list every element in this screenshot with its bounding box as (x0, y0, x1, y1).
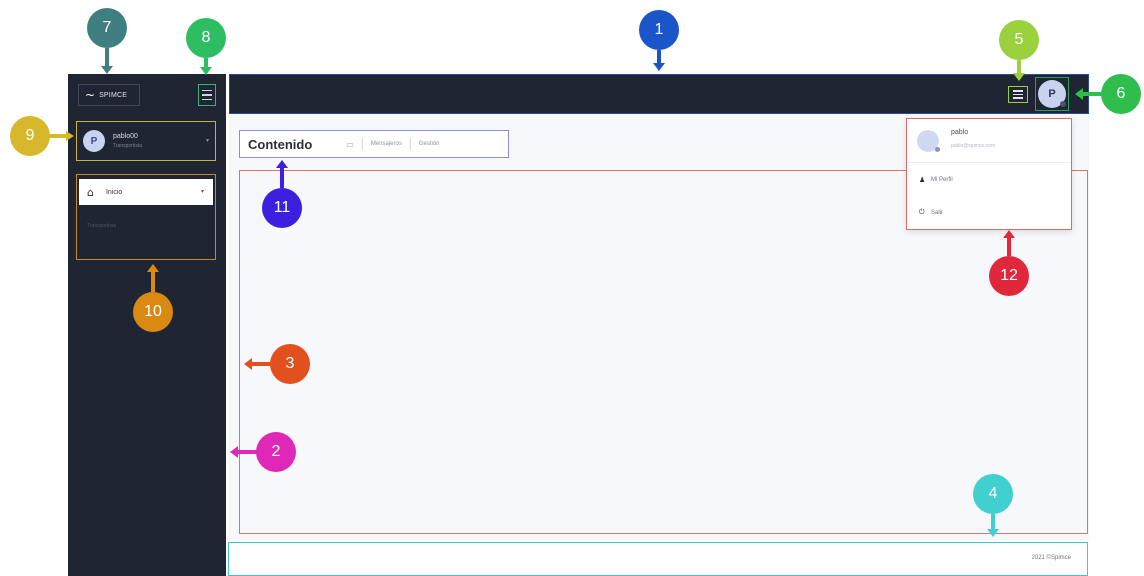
sidebar-toggle-button[interactable] (198, 84, 216, 106)
menu-item-label: Salir (931, 209, 944, 216)
callout-badge: 9 (10, 116, 50, 156)
content-header: Contenido ▭ Mensajeros Gestión (239, 130, 509, 158)
divider (409, 138, 411, 150)
chevron-down-icon: ▾ (205, 138, 209, 144)
callout-arrow (1017, 60, 1021, 74)
callout-arrow (105, 48, 109, 68)
brand-name: SPIMCE (99, 91, 128, 99)
dropdown-user-name: pablo (951, 129, 969, 136)
list-icon (1013, 90, 1023, 99)
app-screenshot: ~ SPIMCE P pablo00 Transportista ▾ ⌂ Ini… (0, 0, 1144, 576)
user-dropdown-menu: pablo pablo@spimce.com ♟ Mi Perfil ⏻ Sal… (906, 118, 1072, 230)
callout-arrow (238, 450, 258, 454)
monitor-icon[interactable]: ▭ (346, 140, 354, 149)
arrow-head (244, 358, 252, 370)
trend-line-icon: ~ (85, 88, 96, 102)
callout-arrow (1082, 92, 1102, 96)
arrow-head (1003, 230, 1015, 238)
arrow-head (200, 67, 212, 75)
callout-badge: 6 (1101, 74, 1141, 114)
callout-badge: 7 (87, 8, 127, 48)
menu-item-label: Mi Perfil (931, 176, 953, 183)
sidebar-item-label: Inicio (105, 188, 123, 196)
user-role: Transportista (113, 143, 142, 149)
footer-text: 2021 ©Spimce (1031, 555, 1071, 561)
callout-badge: 8 (186, 18, 226, 58)
user-menu-button[interactable]: P (1035, 77, 1069, 111)
sidebar-item-inicio[interactable]: ⌂ Inicio ▾ (79, 179, 213, 205)
page-title: Contenido (248, 136, 313, 152)
arrow-head (987, 529, 999, 537)
divider (361, 138, 363, 150)
menu-item-logout[interactable]: ⏻ Salir (907, 196, 1071, 229)
arrow-head (1013, 73, 1025, 81)
dropdown-user-email: pablo@spimce.com (951, 143, 995, 149)
callout-arrow (252, 362, 272, 366)
callout-arrow (151, 272, 155, 292)
callout-badge: 5 (999, 20, 1039, 60)
menu-item-profile[interactable]: ♟ Mi Perfil (907, 163, 1071, 196)
chevron-down-icon: ▾ (200, 189, 204, 195)
footer: 2021 ©Spimce (228, 542, 1088, 576)
sidebar-nav: ⌂ Inicio ▾ Transportista (76, 174, 216, 260)
arrow-head (1075, 88, 1083, 100)
arrow-head (66, 131, 74, 141)
status-dot (935, 146, 940, 152)
callout-arrow (991, 514, 995, 530)
user-icon: ♟ (919, 175, 926, 184)
home-icon: ⌂ (87, 185, 94, 199)
top-navbar: P (229, 74, 1089, 114)
arrow-head (276, 160, 288, 168)
avatar-letter: P (1048, 88, 1056, 100)
callout-arrow (280, 168, 284, 188)
dropdown-user-header: pablo pablo@spimce.com (907, 119, 1071, 163)
callout-badge: 2 (256, 432, 296, 472)
callout-badge: 12 (989, 256, 1029, 296)
user-info: pablo00 Transportista (113, 133, 142, 149)
avatar (917, 129, 940, 152)
avatar: P (1038, 80, 1066, 108)
list-toggle-button[interactable] (1008, 86, 1028, 103)
callout-badge: 11 (262, 188, 302, 228)
user-name: pablo00 (113, 133, 138, 140)
arrow-head (230, 446, 238, 458)
brand-logo[interactable]: ~ SPIMCE (78, 84, 140, 106)
hamburger-icon (202, 89, 212, 92)
callout-badge: 1 (639, 10, 679, 50)
callout-badge: 10 (133, 292, 173, 332)
status-dot (1060, 101, 1066, 107)
breadcrumb-item[interactable]: Gestión (419, 141, 440, 147)
arrow-head (147, 264, 159, 272)
callout-arrow (48, 134, 68, 138)
breadcrumb-item[interactable]: Mensajeros (371, 141, 402, 147)
callout-arrow (1007, 238, 1011, 256)
avatar: P (83, 130, 105, 152)
power-icon: ⏻ (919, 208, 925, 216)
arrow-head (653, 63, 665, 71)
callout-badge: 4 (973, 474, 1013, 514)
callout-badge: 3 (270, 344, 310, 384)
arrow-head (101, 66, 113, 74)
callout-arrow (657, 50, 661, 64)
sidebar-user-panel[interactable]: P pablo00 Transportista ▾ (76, 121, 216, 161)
sidebar-subitem[interactable]: Transportista (87, 223, 116, 229)
